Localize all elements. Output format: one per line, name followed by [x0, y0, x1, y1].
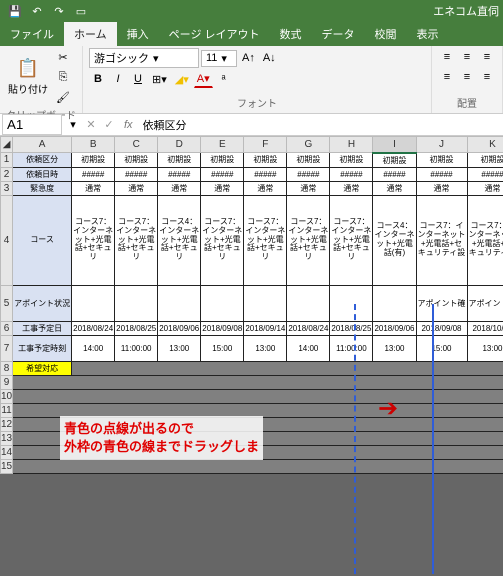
cut-icon[interactable]: ✂: [53, 48, 73, 66]
worksheet[interactable]: ◢ A B C D E F G H I J K L 1依頼区分初期設初期設初期設…: [0, 136, 503, 474]
table-row: 15: [1, 459, 503, 473]
grow-font-icon[interactable]: A↑: [239, 49, 258, 67]
col-F[interactable]: F: [244, 137, 287, 153]
tab-review[interactable]: 校閲: [365, 22, 407, 46]
undo-icon[interactable]: ↶: [28, 2, 46, 20]
chevron-down-icon: ▾: [153, 52, 159, 65]
phonetic-icon[interactable]: ᵃ: [215, 70, 233, 88]
table-row: 5アポイント状況アポイント確アポイント確: [1, 285, 503, 321]
group-align: 配置: [438, 94, 496, 111]
paste-icon: 📋: [17, 58, 39, 79]
check-icon[interactable]: ✓: [100, 116, 118, 134]
tab-file[interactable]: ファイル: [0, 22, 64, 46]
table-row: 9: [1, 375, 503, 389]
fontcolor-icon[interactable]: A▾: [194, 70, 213, 88]
col-D[interactable]: D: [158, 137, 201, 153]
chevron-down-icon: ▾: [221, 52, 227, 65]
table-row: 2依頼日時###################################…: [1, 167, 503, 181]
italic-button[interactable]: I: [109, 70, 127, 88]
new-icon[interactable]: ▭: [72, 2, 90, 20]
table-row: 10: [1, 389, 503, 403]
table-row: 1依頼区分初期設初期設初期設初期設初期設初期設初期設初期設初期設初期設: [1, 153, 503, 168]
col-K[interactable]: K: [467, 137, 503, 153]
formula-bar: ▾ ✕ ✓ fx 依頼区分: [0, 114, 503, 136]
table-row: 7工事予定時刻14:0011:00:0013:0015:0013:0014:00…: [1, 335, 503, 361]
align-left-icon[interactable]: ≡: [438, 68, 456, 86]
filename: エネコム直伺: [433, 3, 499, 19]
table-row: 12: [1, 417, 503, 431]
col-A[interactable]: A: [13, 137, 72, 153]
group-font: フォント: [89, 94, 425, 111]
formula-value[interactable]: 依頼区分: [139, 115, 503, 135]
copy-icon[interactable]: ⎘: [53, 68, 73, 86]
font-size[interactable]: 11▾: [201, 50, 237, 67]
align-center-icon[interactable]: ≡: [458, 68, 476, 86]
fx-icon[interactable]: fx: [118, 119, 139, 131]
select-all[interactable]: ◢: [1, 137, 13, 153]
column-headers: ◢ A B C D E F G H I J K L: [1, 137, 503, 153]
col-I[interactable]: I: [373, 137, 416, 153]
table-row: 14: [1, 445, 503, 459]
table-row: 8希望対応: [1, 361, 503, 375]
ribbon: 📋 貼り付け ✂ ⎘ 🖌 クリップボード 游ゴシック▾ 11▾ A↑ A↓ B …: [0, 46, 503, 114]
brush-icon[interactable]: 🖌: [53, 88, 73, 106]
align-top-icon[interactable]: ≡: [438, 48, 456, 66]
tab-home[interactable]: ホーム: [64, 22, 117, 46]
name-box[interactable]: [2, 114, 62, 135]
col-H[interactable]: H: [330, 137, 373, 153]
table-row: 13: [1, 431, 503, 445]
align-mid-icon[interactable]: ≡: [458, 48, 476, 66]
align-right-icon[interactable]: ≡: [478, 68, 496, 86]
shrink-font-icon[interactable]: A↓: [260, 49, 279, 67]
col-G[interactable]: G: [287, 137, 330, 153]
table-row: 11: [1, 403, 503, 417]
underline-button[interactable]: U: [129, 70, 147, 88]
table-row: 6工事予定日2018/08/242018/08/252018/09/062018…: [1, 321, 503, 335]
fill-icon[interactable]: ◢▾: [172, 70, 192, 88]
tab-data[interactable]: データ: [312, 22, 365, 46]
col-B[interactable]: B: [72, 137, 115, 153]
col-J[interactable]: J: [416, 137, 467, 153]
border-icon[interactable]: ⊞▾: [149, 70, 170, 88]
chevron-down-icon[interactable]: ▾: [64, 116, 82, 134]
align-btm-icon[interactable]: ≡: [478, 48, 496, 66]
table-row: 3緊急度通常通常通常通常通常通常通常通常通常通常: [1, 181, 503, 195]
ribbon-tabs: ファイル ホーム 挿入 ページ レイアウト 数式 データ 校閲 表示: [0, 22, 503, 46]
save-icon[interactable]: 💾: [6, 2, 24, 20]
tab-layout[interactable]: ページ レイアウト: [159, 22, 270, 46]
font-family[interactable]: 游ゴシック▾: [89, 48, 199, 68]
tab-view[interactable]: 表示: [407, 22, 449, 46]
col-C[interactable]: C: [115, 137, 158, 153]
tab-insert[interactable]: 挿入: [117, 22, 159, 46]
col-E[interactable]: E: [201, 137, 244, 153]
cancel-icon[interactable]: ✕: [82, 116, 100, 134]
tab-formula[interactable]: 数式: [270, 22, 312, 46]
table-row: 4コースコース7：インターネット+光電話+セキュリコース7：インターネット+光電…: [1, 195, 503, 285]
bold-button[interactable]: B: [89, 70, 107, 88]
paste-button[interactable]: 📋 貼り付け: [6, 56, 50, 98]
redo-icon[interactable]: ↷: [50, 2, 68, 20]
